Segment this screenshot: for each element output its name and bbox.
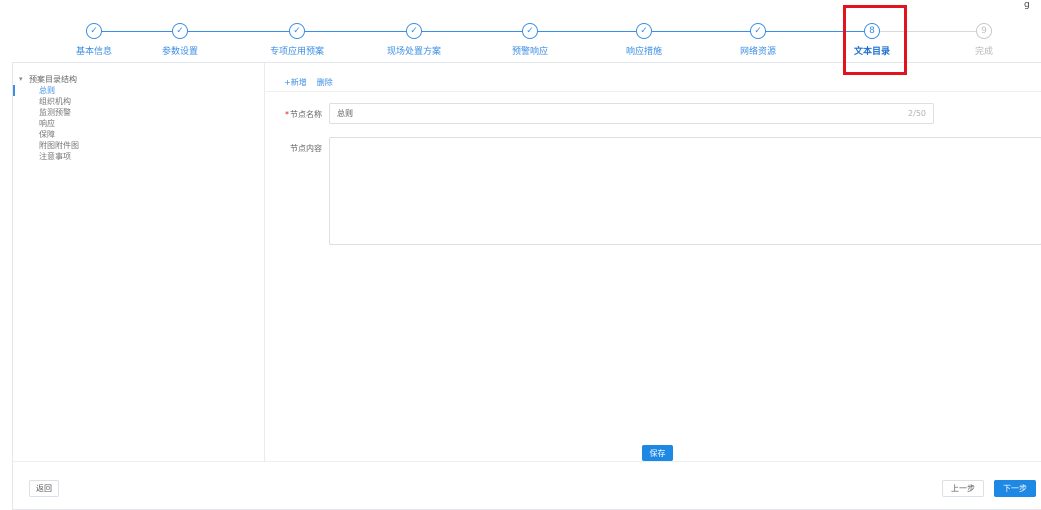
step-label: 完成 bbox=[974, 47, 993, 57]
catalog-tree: ▾ 预案目录结构 总则 组织机构 监测预警 响应 保障 附图附件图 注意事项 bbox=[13, 63, 265, 461]
tree-item-general[interactable]: 总则 bbox=[13, 85, 264, 96]
step-label: 现场处置方案 bbox=[386, 47, 441, 57]
tree-root-label: 预案目录结构 bbox=[29, 74, 77, 84]
step-number: 9 bbox=[976, 23, 992, 39]
tree-item-response[interactable]: 响应 bbox=[13, 118, 264, 129]
check-icon: ✓ bbox=[636, 23, 652, 39]
node-name-label: *节点名称 bbox=[278, 109, 322, 120]
step-label: 预警响应 bbox=[511, 47, 548, 57]
node-name-value: 总则 bbox=[337, 109, 353, 118]
node-editor: +新增 删除 *节点名称 总则 2/50 节点内容 保存 bbox=[266, 63, 1041, 461]
corner-mark: g bbox=[1024, 0, 1030, 10]
check-icon: ✓ bbox=[406, 23, 422, 39]
step-onsite-plan[interactable]: ✓ 现场处置方案 bbox=[364, 23, 464, 57]
check-icon: ✓ bbox=[289, 23, 305, 39]
node-name-label-text: 节点名称 bbox=[290, 110, 322, 119]
check-icon: ✓ bbox=[750, 23, 766, 39]
step-label: 参数设置 bbox=[161, 47, 198, 57]
tree-root[interactable]: ▾ 预案目录结构 bbox=[13, 63, 264, 85]
node-content-textarea[interactable] bbox=[329, 137, 1041, 245]
step-basic-info[interactable]: ✓ 基本信息 bbox=[44, 23, 144, 57]
caret-down-icon[interactable]: ▾ bbox=[19, 75, 29, 83]
tree-item-organization[interactable]: 组织机构 bbox=[13, 96, 264, 107]
add-node-button[interactable]: +新增 bbox=[284, 77, 307, 88]
char-counter: 2/50 bbox=[908, 109, 926, 118]
tree-item-monitoring[interactable]: 监测预警 bbox=[13, 107, 264, 118]
editor-toolbar: +新增 删除 bbox=[284, 77, 333, 88]
node-name-input[interactable]: 总则 2/50 bbox=[329, 103, 934, 124]
step-warning-response[interactable]: ✓ 预警响应 bbox=[480, 23, 580, 57]
check-icon: ✓ bbox=[522, 23, 538, 39]
catalog-panel: ▾ 预案目录结构 总则 组织机构 监测预警 响应 保障 附图附件图 注意事项 +… bbox=[12, 62, 1041, 510]
tree-item-notes[interactable]: 注意事项 bbox=[13, 151, 264, 162]
step-parameter-settings[interactable]: ✓ 参数设置 bbox=[130, 23, 230, 57]
step-response-measures[interactable]: ✓ 响应措施 bbox=[594, 23, 694, 57]
save-button[interactable]: 保存 bbox=[642, 445, 673, 461]
step-label: 专项应用预案 bbox=[269, 47, 324, 57]
progress-stepper: ✓ 基本信息 ✓ 参数设置 ✓ 专项应用预案 ✓ 现场处置方案 ✓ 预警响应 ✓… bbox=[0, 0, 1041, 75]
current-step-highlight bbox=[843, 5, 907, 75]
required-mark: * bbox=[285, 110, 289, 119]
footer-divider bbox=[13, 461, 1041, 462]
step-finish[interactable]: 9 完成 bbox=[934, 23, 1034, 57]
step-label: 基本信息 bbox=[75, 47, 112, 57]
divider bbox=[266, 91, 1041, 92]
tree-item-attachments[interactable]: 附图附件图 bbox=[13, 140, 264, 151]
step-label: 网络资源 bbox=[739, 47, 776, 57]
previous-step-button[interactable]: 上一步 bbox=[942, 480, 984, 497]
next-step-button[interactable]: 下一步 bbox=[994, 480, 1036, 497]
check-icon: ✓ bbox=[172, 23, 188, 39]
check-icon: ✓ bbox=[86, 23, 102, 39]
step-special-plan[interactable]: ✓ 专项应用预案 bbox=[247, 23, 347, 57]
delete-node-button[interactable]: 删除 bbox=[317, 77, 333, 88]
tree-item-support[interactable]: 保障 bbox=[13, 129, 264, 140]
node-content-label: 节点内容 bbox=[290, 144, 322, 153]
back-button[interactable]: 返回 bbox=[29, 480, 59, 497]
step-network-resources[interactable]: ✓ 网络资源 bbox=[708, 23, 808, 57]
step-label: 响应措施 bbox=[625, 47, 662, 57]
